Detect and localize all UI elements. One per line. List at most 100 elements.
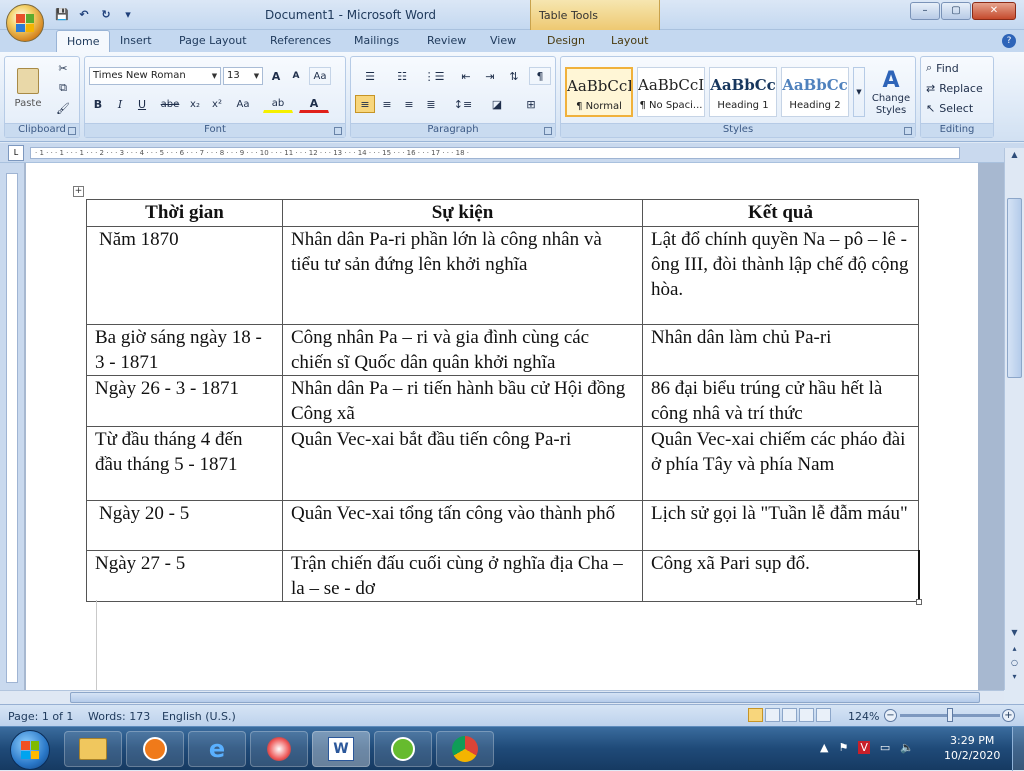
table-cell[interactable]: Công nhân Pa – ri và gia đình cùng các c… xyxy=(282,324,643,376)
subscript-button[interactable]: x₂ xyxy=(185,95,205,113)
paragraph-launcher-icon[interactable] xyxy=(544,127,552,135)
clock[interactable]: 3:29 PM 10/2/2020 xyxy=(944,733,1000,763)
taskbar-app[interactable] xyxy=(250,731,308,767)
table-cell[interactable]: Quân Vec-xai tổng tấn công vào thành phố xyxy=(282,500,643,551)
strikethrough-button[interactable]: abe xyxy=(157,95,183,113)
table-cell[interactable]: Trận chiến đấu cuối cùng ở nghĩa địa Cha… xyxy=(282,550,643,602)
draft-view-icon[interactable] xyxy=(816,708,831,722)
language-indicator[interactable]: English (U.S.) xyxy=(162,710,236,723)
style-heading-2[interactable]: AaBbCc Heading 2 xyxy=(781,67,849,117)
table-cell[interactable]: 86 đại biểu trúng cử hầu hết là công nhâ… xyxy=(642,375,919,427)
tab-design[interactable]: Design xyxy=(547,34,585,47)
chevron-down-icon[interactable]: ▼ xyxy=(209,68,220,84)
customize-qat-button[interactable]: ▾ xyxy=(120,7,136,23)
word-count[interactable]: Words: 173 xyxy=(88,710,150,723)
taskbar-explorer[interactable] xyxy=(64,731,122,767)
replace-button[interactable]: ⇄ Replace xyxy=(925,79,991,97)
style-heading-1[interactable]: AaBbCc Heading 1 xyxy=(709,67,777,117)
horizontal-ruler[interactable]: L · 1 · · · 1 · · · 1 · · · 2 · · · 3 · … xyxy=(0,143,1024,163)
table-cell[interactable]: Ngày 20 - 5 xyxy=(86,500,283,551)
sort-button[interactable]: ⇅ xyxy=(503,67,525,85)
align-left-button[interactable]: ≡ xyxy=(355,95,375,113)
minimize-button[interactable]: – xyxy=(910,2,940,20)
help-icon[interactable]: ? xyxy=(1002,34,1016,48)
show-hidden-icons-icon[interactable]: ▲ xyxy=(820,741,828,754)
highlight-button[interactable]: ab xyxy=(263,95,293,113)
vertical-ruler-scale[interactable] xyxy=(6,173,18,683)
change-styles-button[interactable]: A Change Styles xyxy=(869,61,913,123)
table-cell[interactable]: Từ đầu tháng 4 đến đầu tháng 5 - 1871 xyxy=(86,426,283,501)
copy-button[interactable]: ⧉ xyxy=(53,79,73,97)
full-screen-reading-view-icon[interactable] xyxy=(765,708,780,722)
font-size-combo[interactable]: 13 ▼ xyxy=(223,67,263,85)
change-case-button[interactable]: Aa xyxy=(231,95,255,113)
table-cell[interactable]: Nhân dân Pa – ri tiến hành bầu cử Hội đồ… xyxy=(282,375,643,427)
table-cell[interactable]: Ngày 27 - 5 xyxy=(86,550,283,602)
grow-font-button[interactable]: A xyxy=(267,67,285,85)
taskbar-word[interactable]: W xyxy=(312,731,370,767)
bullets-button[interactable]: ☰ xyxy=(355,67,385,85)
tab-mailings[interactable]: Mailings xyxy=(354,34,399,47)
history-table[interactable]: Thời gian Sự kiện Kết quả Năm 1870 Nhân … xyxy=(86,199,920,602)
tab-selector-button[interactable]: L xyxy=(8,145,24,161)
network-icon[interactable]: ▭ xyxy=(880,741,890,754)
maximize-button[interactable]: ▢ xyxy=(941,2,971,20)
align-right-button[interactable]: ≡ xyxy=(399,95,419,113)
taskbar-coccoc[interactable] xyxy=(374,731,432,767)
table-cell[interactable]: Nhân dân Pa-ri phần lớn là công nhân và … xyxy=(282,226,643,325)
document-page[interactable]: + Thời gian Sự kiện Kết quả Năm 1870 Nhâ… xyxy=(26,163,978,690)
underline-button[interactable]: U xyxy=(133,95,151,113)
redo-button[interactable]: ↻ xyxy=(98,7,114,23)
vertical-scroll-thumb[interactable] xyxy=(1007,198,1022,378)
table-cell[interactable]: Ngày 26 - 3 - 1871 xyxy=(86,375,283,427)
table-cell[interactable]: Quân Vec-xai bắt đầu tiến công Pa-ri xyxy=(282,426,643,501)
header-ket-qua[interactable]: Kết quả xyxy=(642,199,919,227)
clear-formatting-button[interactable]: Aa xyxy=(309,67,331,85)
horizontal-scroll-thumb[interactable] xyxy=(70,692,980,703)
web-layout-view-icon[interactable] xyxy=(782,708,797,722)
page-count[interactable]: Page: 1 of 1 xyxy=(8,710,73,723)
action-center-flag-icon[interactable]: ⚑ xyxy=(838,741,848,754)
tab-view[interactable]: View xyxy=(490,34,516,47)
table-cell[interactable]: Lịch sử gọi là "Tuần lễ đẫm máu" xyxy=(642,500,919,551)
start-button[interactable] xyxy=(10,730,50,770)
increase-indent-button[interactable]: ⇥ xyxy=(479,67,501,85)
horizontal-scrollbar[interactable] xyxy=(0,690,1004,704)
table-cell[interactable]: Năm 1870 xyxy=(86,226,283,325)
table-move-handle-icon[interactable]: + xyxy=(73,186,84,197)
shrink-font-button[interactable]: A xyxy=(287,67,305,85)
ruler-scale[interactable]: · 1 · · · 1 · · · 1 · · · 2 · · · 3 · · … xyxy=(30,147,960,159)
scroll-up-icon[interactable]: ▲ xyxy=(1007,150,1022,164)
shading-button[interactable]: ◪ xyxy=(481,95,513,113)
close-button[interactable]: ✕ xyxy=(972,2,1016,20)
table-cell[interactable]: Quân Vec-xai chiếm các pháo đài ở phía T… xyxy=(642,426,919,501)
cut-button[interactable]: ✂ xyxy=(53,59,73,77)
vertical-ruler[interactable] xyxy=(0,163,24,690)
outline-view-icon[interactable] xyxy=(799,708,814,722)
clipboard-launcher-icon[interactable] xyxy=(68,127,76,135)
tab-layout[interactable]: Layout xyxy=(611,34,648,47)
zoom-slider-thumb[interactable] xyxy=(947,708,953,722)
bold-button[interactable]: B xyxy=(89,95,107,113)
borders-button[interactable]: ⊞ xyxy=(515,95,547,113)
undo-button[interactable]: ↶ xyxy=(76,7,92,23)
table-cell[interactable]: Công xã Pari sụp đổ. xyxy=(642,550,920,602)
font-color-button[interactable]: A xyxy=(299,95,329,113)
multilevel-list-button[interactable]: ⋮☰ xyxy=(419,67,449,85)
italic-button[interactable]: I xyxy=(111,95,129,113)
style-normal[interactable]: AaBbCcI ¶ Normal xyxy=(565,67,633,117)
table-cell[interactable]: Ba giờ sáng ngày 18 - 3 - 1871 xyxy=(86,324,283,376)
style-no-spacing[interactable]: AaBbCcI ¶ No Spaci... xyxy=(637,67,705,117)
taskbar-internet-explorer[interactable]: e xyxy=(188,731,246,767)
paste-button[interactable]: Paste xyxy=(9,59,47,117)
superscript-button[interactable]: x² xyxy=(207,95,227,113)
zoom-in-icon[interactable]: + xyxy=(1002,709,1015,722)
table-cell[interactable]: Lật đổ chính quyền Na – pô – lê - ông II… xyxy=(642,226,919,325)
tab-home[interactable]: Home xyxy=(56,30,111,52)
select-button[interactable]: ↖ Select xyxy=(925,99,991,117)
taskbar-chrome[interactable] xyxy=(436,731,494,767)
volume-icon[interactable]: 🔈 xyxy=(900,741,914,754)
previous-page-icon[interactable]: ▴ xyxy=(1007,644,1022,658)
chevron-down-icon[interactable]: ▼ xyxy=(251,68,262,84)
find-button[interactable]: ⌕ Find xyxy=(925,59,991,77)
